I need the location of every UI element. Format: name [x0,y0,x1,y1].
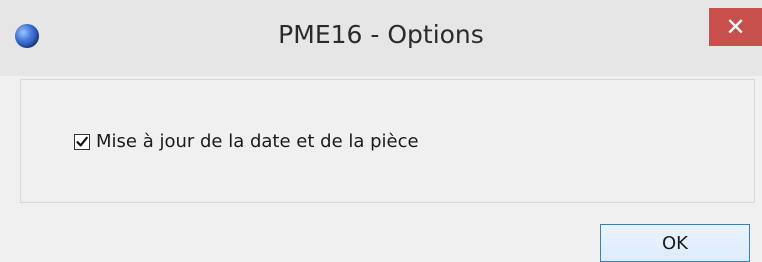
title-bar[interactable]: PME16 - Options ✕ [0,0,762,76]
update-date-piece-option[interactable]: Mise à jour de la date et de la pièce [74,131,419,152]
options-window: PME16 - Options ✕ Mise à jour de la date… [0,0,762,262]
close-button[interactable]: ✕ [709,8,762,46]
update-date-piece-label: Mise à jour de la date et de la pièce [96,131,419,152]
checkmark-icon [76,136,88,146]
ok-button[interactable]: OK [600,224,750,262]
update-date-piece-checkbox[interactable] [74,133,90,150]
close-icon: ✕ [725,13,746,41]
window-title: PME16 - Options [278,20,484,49]
